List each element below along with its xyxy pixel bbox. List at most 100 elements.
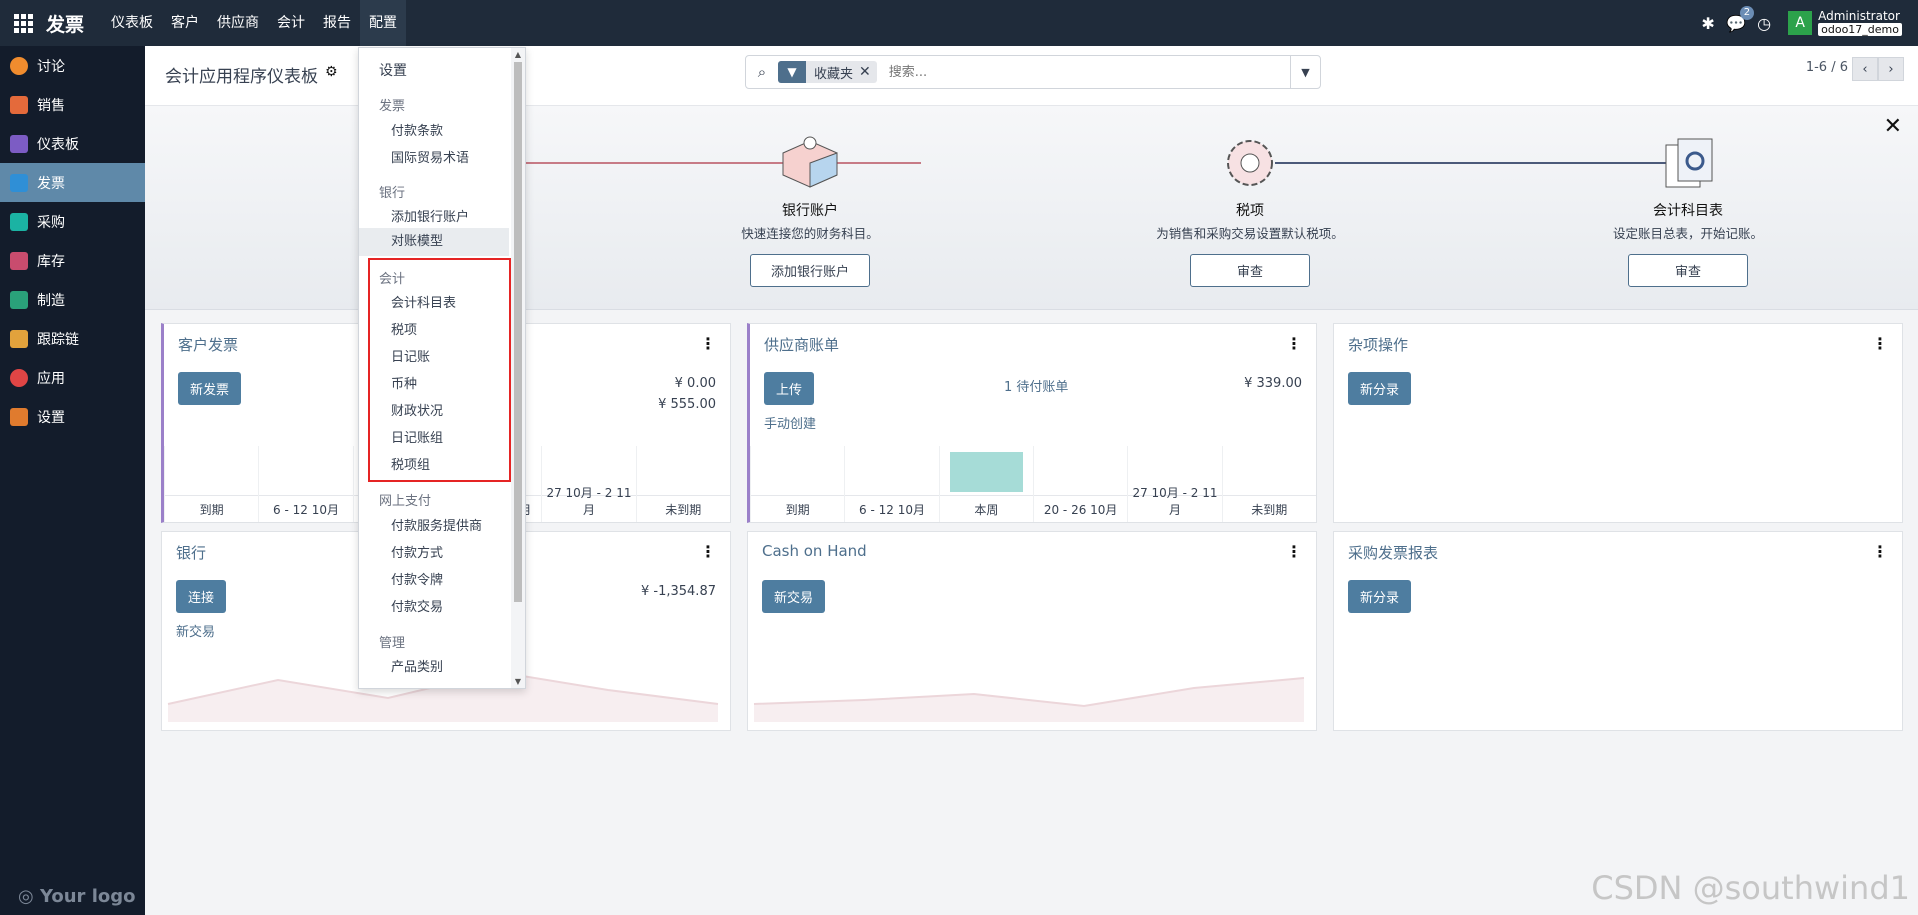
filter-icon: ▼	[778, 61, 806, 83]
menu-item-settings[interactable]: 设置	[359, 60, 509, 80]
sidebar-item-dashboards[interactable]: 仪表板	[0, 124, 145, 163]
search-input[interactable]	[886, 63, 1290, 81]
close-icon[interactable]: ✕	[1884, 114, 1902, 139]
sidebar-item-invoicing[interactable]: 发票	[0, 163, 145, 202]
menu-customers[interactable]: 客户	[162, 0, 208, 46]
sidebar-item-apps[interactable]: 应用	[0, 358, 145, 397]
upload-button[interactable]: 上传	[764, 372, 815, 405]
menu-configuration[interactable]: 配置	[360, 0, 407, 46]
add-bank-account-button[interactable]: 添加银行账户	[750, 254, 870, 287]
apps-menu-icon[interactable]	[0, 0, 46, 46]
new-entry-button[interactable]: 新分录	[1348, 372, 1412, 405]
new-transaction-button[interactable]: 新交易	[762, 580, 826, 613]
top-menu: 仪表板 客户 供应商 会计 报告 配置	[102, 0, 407, 46]
new-transaction-link[interactable]: 新交易	[176, 621, 215, 640]
step-description: 设定账目总表，开始记账。	[1612, 226, 1763, 241]
more-options-icon[interactable]: ⋮	[1286, 334, 1302, 353]
more-options-icon[interactable]: ⋮	[1872, 542, 1888, 561]
scroll-up-icon[interactable]: ▲	[511, 50, 525, 59]
review-taxes-button[interactable]: 审查	[1190, 254, 1310, 287]
search-icon[interactable]: ⌕	[746, 63, 778, 81]
settings-icon	[10, 407, 28, 426]
new-invoice-button[interactable]: 新发票	[178, 372, 242, 405]
purchase-icon	[10, 212, 28, 231]
menu-vendors[interactable]: 供应商	[208, 0, 268, 46]
amount-value[interactable]: ¥ 0.00	[675, 376, 716, 391]
menu-item-incoterms[interactable]: 国际贸易术语	[359, 147, 509, 166]
more-options-icon[interactable]: ⋮	[700, 542, 716, 561]
avatar[interactable]: A	[1788, 11, 1813, 35]
card-title[interactable]: 采购发票报表	[1348, 542, 1438, 563]
pager-previous-button[interactable]: ‹	[1852, 57, 1878, 81]
menu-reports[interactable]: 报告	[314, 0, 360, 46]
dropdown-scrollbar[interactable]: ▲ ▼	[511, 48, 525, 688]
puzzle-illustration-icon	[645, 128, 975, 198]
gear-icon[interactable]: ⚙	[325, 64, 338, 80]
chart-bar[interactable]	[949, 452, 1023, 492]
onboarding-step-chart-of-accounts: 会计科目表 设定账目总表，开始记账。 审查	[1523, 128, 1853, 287]
bug-icon[interactable]: ✱	[1694, 14, 1722, 33]
amount-value[interactable]: ¥ 555.00	[658, 397, 716, 412]
menu-item-chart-of-accounts[interactable]: 会计科目表	[359, 292, 509, 311]
gear-illustration-icon	[1085, 128, 1415, 198]
pager-value[interactable]: 1-6 / 6	[1806, 60, 1848, 75]
page-title: 会计应用程序仪表板	[165, 67, 318, 87]
chart-label: 本周	[974, 503, 999, 517]
menu-item-payment-terms[interactable]: 付款条款	[359, 120, 509, 139]
menu-item-tax-groups[interactable]: 税项组	[359, 454, 509, 473]
sidebar-item-manufacturing[interactable]: 制造	[0, 280, 145, 319]
menu-item-payment-providers[interactable]: 付款服务提供商	[359, 515, 509, 534]
menu-header-invoicing: 发票	[379, 99, 406, 114]
menu-accounting[interactable]: 会计	[268, 0, 314, 46]
amount-value[interactable]: ¥ 339.00	[1244, 376, 1302, 391]
chat-icon[interactable]: 💬 2	[1722, 5, 1755, 33]
configuration-dropdown: 设置 发票 付款条款 国际贸易术语 银行 添加银行账户 对账模型 会计 会计科目…	[358, 47, 526, 689]
chart-label: 未到期	[665, 503, 702, 517]
search-options-toggle[interactable]: ▼	[1290, 56, 1320, 88]
more-options-icon[interactable]: ⋮	[700, 334, 716, 353]
menu-item-fiscal-positions[interactable]: 财政状况	[359, 400, 509, 419]
menu-item-journal-groups[interactable]: 日记账组	[359, 427, 509, 446]
review-chart-button[interactable]: 审查	[1628, 254, 1748, 287]
menu-item-payment-methods[interactable]: 付款方式	[359, 542, 509, 561]
more-options-icon[interactable]: ⋮	[1286, 542, 1302, 561]
menu-item-taxes[interactable]: 税项	[359, 319, 509, 338]
document-illustration-icon	[1523, 128, 1853, 198]
card-title[interactable]: 客户发票	[178, 334, 238, 355]
card-title[interactable]: 银行	[176, 542, 206, 563]
pager-next-button[interactable]: ›	[1878, 57, 1904, 81]
menu-dashboard[interactable]: 仪表板	[102, 0, 162, 46]
menu-item-journals[interactable]: 日记账	[359, 346, 509, 365]
more-options-icon[interactable]: ⋮	[1872, 334, 1888, 353]
app-title[interactable]: 发票	[46, 10, 84, 37]
scroll-down-icon[interactable]: ▼	[511, 677, 525, 686]
menu-item-reconciliation-models[interactable]: 对账模型	[359, 228, 509, 256]
card-title[interactable]: Cash on Hand	[762, 542, 867, 560]
chart-label: 27 10月 - 2 11月	[1132, 486, 1218, 517]
sidebar-item-purchase[interactable]: 采购	[0, 202, 145, 241]
pending-bills-link[interactable]: 1 待付账单	[1004, 376, 1068, 395]
scrollbar-thumb[interactable]	[514, 62, 522, 602]
card-title[interactable]: 供应商账单	[764, 334, 839, 355]
sidebar-item-settings[interactable]: 设置	[0, 397, 145, 436]
sidebar-item-discuss[interactable]: 讨论	[0, 46, 145, 85]
sidebar-item-inventory[interactable]: 库存	[0, 241, 145, 280]
menu-item-add-bank-account[interactable]: 添加银行账户	[359, 206, 509, 225]
amount-value[interactable]: ¥ -1,354.87	[641, 584, 716, 599]
menu-item-currencies[interactable]: 币种	[359, 373, 509, 392]
new-entry-button[interactable]: 新分录	[1348, 580, 1412, 613]
connect-button[interactable]: 连接	[176, 580, 227, 613]
sidebar-item-sales[interactable]: 销售	[0, 85, 145, 124]
menu-item-payment-tokens[interactable]: 付款令牌	[359, 569, 509, 588]
remove-facet-icon[interactable]: ✕	[859, 64, 877, 80]
manual-create-link[interactable]: 手动创建	[764, 413, 816, 432]
menu-item-payment-transactions[interactable]: 付款交易	[359, 596, 509, 615]
user-menu[interactable]: Administrator odoo17_demo	[1818, 10, 1902, 36]
step-description: 为销售和采购交易设置默认税项。	[1156, 226, 1344, 241]
sidebar-item-traceability[interactable]: 跟踪链	[0, 319, 145, 358]
menu-item-product-categories[interactable]: 产品类别	[359, 656, 509, 675]
card-title[interactable]: 杂项操作	[1348, 334, 1408, 355]
clock-icon[interactable]: ◷	[1750, 14, 1778, 33]
onboarding-step-taxes: 税项 为销售和采购交易设置默认税项。 审查	[1085, 128, 1415, 287]
chart-label: 6 - 12 10月	[273, 503, 339, 517]
